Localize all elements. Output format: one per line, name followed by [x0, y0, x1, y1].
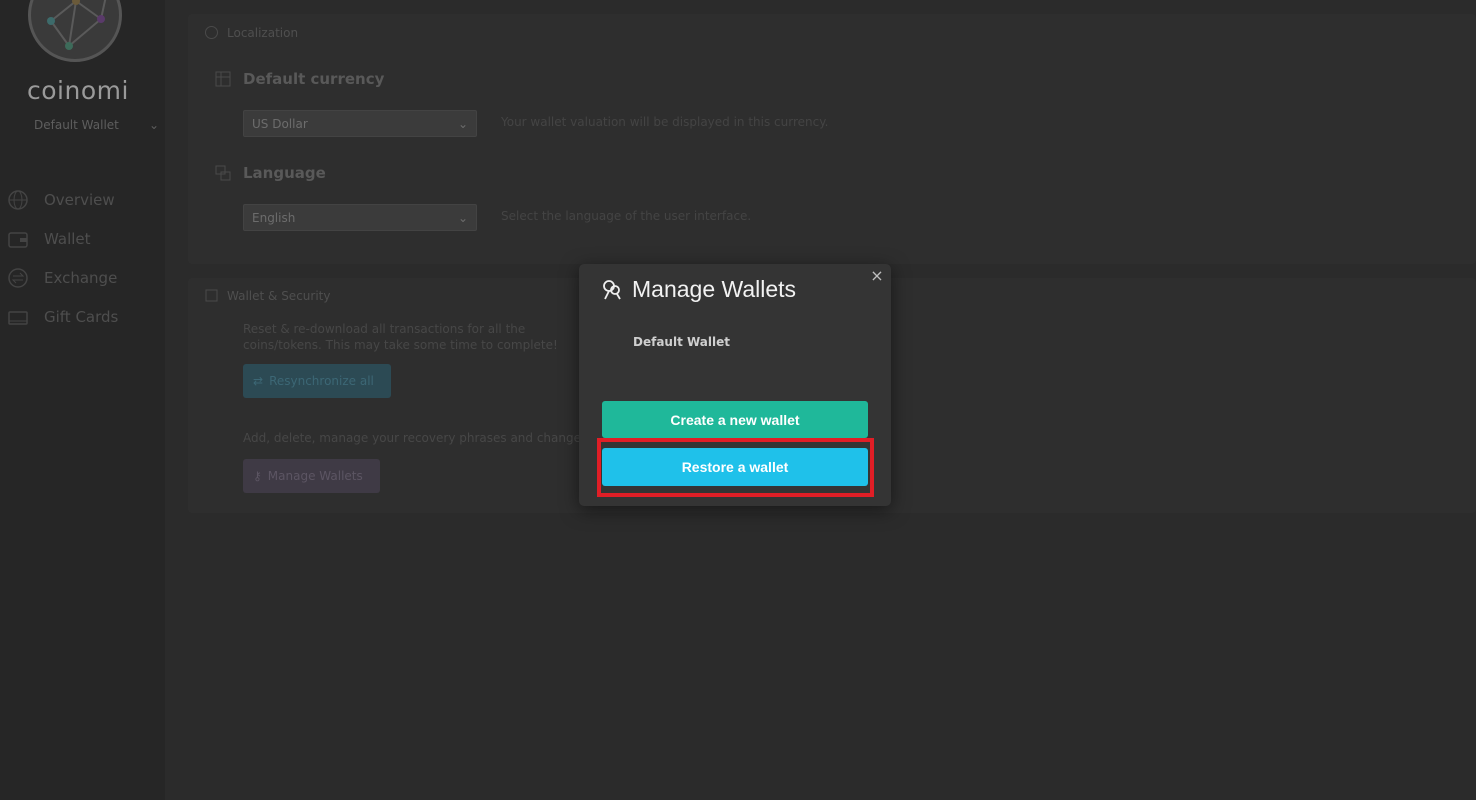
manage-description: Add, delete, manage your recovery phrase…: [243, 431, 579, 445]
gift-card-icon: [6, 305, 30, 329]
globe-icon: [6, 188, 30, 212]
sidebar-item-label: Gift Cards: [44, 307, 119, 326]
sidebar-item-gift-cards[interactable]: Gift Cards: [6, 297, 118, 336]
security-section-title: Wallet & Security: [204, 288, 330, 303]
resynchronize-all-button[interactable]: ⇄ Resynchronize all: [243, 364, 391, 398]
create-wallet-button[interactable]: Create a new wallet: [602, 401, 868, 438]
shield-icon: [204, 288, 219, 303]
wallet-icon: [6, 227, 30, 251]
sidebar-item-exchange[interactable]: Exchange: [6, 258, 118, 297]
localization-section-title: Localization: [204, 25, 298, 40]
sidebar-item-label: Exchange: [44, 268, 118, 287]
close-icon[interactable]: ×: [869, 268, 885, 284]
currency-icon: [215, 71, 231, 87]
highlight-box: [597, 438, 874, 497]
language-icon: [215, 165, 231, 181]
language-dropdown[interactable]: English ⌄: [243, 204, 477, 231]
manage-wallets-button[interactable]: ⚷ Manage Wallets: [243, 459, 380, 493]
coinomi-logo-icon: [28, 0, 122, 62]
chevron-down-icon: ⌄: [457, 210, 468, 225]
keys-icon: ⚷: [253, 469, 262, 483]
keys-icon: [600, 278, 624, 302]
sidebar-item-overview[interactable]: Overview: [6, 180, 118, 219]
wallet-list-item[interactable]: Default Wallet: [633, 335, 730, 349]
sidebar-item-label: Wallet: [44, 229, 91, 248]
chevron-down-icon: ⌄: [457, 116, 468, 131]
currency-title: Default currency: [215, 70, 384, 88]
resync-description: Reset & re-download all transactions for…: [243, 322, 558, 352]
wallet-selector[interactable]: Default Wallet ⌄: [34, 118, 159, 132]
sidebar-nav: Overview Wallet Exchange Gift Cards: [6, 180, 118, 336]
brand-name: coinomi: [27, 76, 129, 105]
chevron-down-icon: ⌄: [148, 118, 159, 132]
modal-header: Manage Wallets: [600, 276, 796, 303]
currency-value: US Dollar: [252, 116, 308, 131]
globe-icon: [204, 25, 219, 40]
currency-dropdown[interactable]: US Dollar ⌄: [243, 110, 477, 137]
sidebar: coinomi Default Wallet ⌄ Overview Wallet…: [0, 0, 165, 800]
modal-title: Manage Wallets: [632, 276, 797, 302]
language-title: Language: [215, 164, 326, 182]
wallet-selector-label: Default Wallet: [34, 118, 119, 132]
language-value: English: [252, 210, 296, 225]
sync-icon: ⇄: [253, 374, 264, 388]
sidebar-item-wallet[interactable]: Wallet: [6, 219, 118, 258]
exchange-icon: [6, 266, 30, 290]
sidebar-item-label: Overview: [44, 190, 115, 209]
language-hint: Select the language of the user interfac…: [501, 209, 752, 223]
currency-hint: Your wallet valuation will be displayed …: [501, 115, 829, 129]
